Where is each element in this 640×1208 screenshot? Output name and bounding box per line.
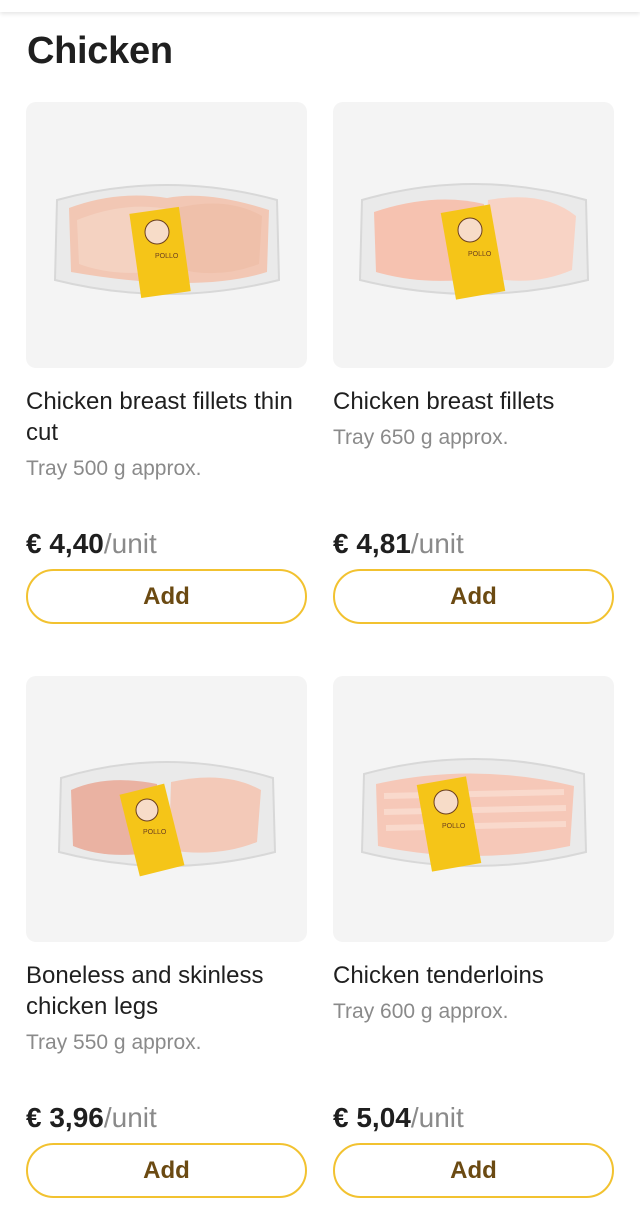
- product-price: € 4,81/unit: [333, 528, 464, 560]
- section-title: Chicken: [27, 30, 173, 72]
- price-unit: /unit: [103, 528, 157, 559]
- product-name[interactable]: Chicken breast fillets thin cut: [26, 386, 307, 448]
- product-card[interactable]: POLLO Chicken tenderloins Tray 600 g app…: [333, 676, 614, 1198]
- product-price: € 5,04/unit: [333, 1102, 464, 1134]
- price-amount: € 4,40: [26, 528, 104, 559]
- product-image[interactable]: POLLO: [333, 102, 614, 368]
- product-card[interactable]: POLLO Chicken breast fillets Tray 650 g …: [333, 102, 614, 624]
- svg-text:POLLO: POLLO: [143, 829, 167, 836]
- add-button[interactable]: Add: [333, 1143, 614, 1198]
- product-name[interactable]: Chicken tenderloins: [333, 960, 614, 991]
- product-card[interactable]: POLLO Boneless and skinless chicken legs…: [26, 676, 307, 1198]
- product-name[interactable]: Chicken breast fillets: [333, 386, 614, 417]
- chicken-breast-tray-image: POLLO: [358, 183, 589, 300]
- product-image[interactable]: POLLO: [26, 102, 307, 368]
- product-card[interactable]: POLLO Chicken breast fillets thin cut Tr…: [26, 102, 307, 624]
- chicken-breast-thin-tray-image: POLLO: [53, 184, 280, 299]
- svg-text:POLLO: POLLO: [442, 823, 466, 830]
- svg-text:POLLO: POLLO: [155, 253, 179, 260]
- product-description: Tray 600 g approx.: [333, 1000, 509, 1023]
- product-image[interactable]: POLLO: [26, 676, 307, 942]
- product-price: € 4,40/unit: [26, 528, 157, 560]
- price-unit: /unit: [103, 1102, 157, 1133]
- add-button[interactable]: Add: [333, 569, 614, 624]
- add-button[interactable]: Add: [26, 1143, 307, 1198]
- add-button[interactable]: Add: [26, 569, 307, 624]
- chicken-legs-tray-image: POLLO: [57, 761, 276, 877]
- price-unit: /unit: [410, 1102, 464, 1133]
- chicken-tenderloins-tray-image: POLLO: [360, 758, 587, 872]
- price-amount: € 4,81: [333, 528, 411, 559]
- product-description: Tray 550 g approx.: [26, 1031, 202, 1054]
- product-image[interactable]: POLLO: [333, 676, 614, 942]
- product-description: Tray 650 g approx.: [333, 426, 509, 449]
- product-price: € 3,96/unit: [26, 1102, 157, 1134]
- svg-text:POLLO: POLLO: [468, 251, 492, 258]
- price-amount: € 3,96: [26, 1102, 104, 1133]
- price-unit: /unit: [410, 528, 464, 559]
- price-amount: € 5,04: [333, 1102, 411, 1133]
- product-description: Tray 500 g approx.: [26, 457, 202, 480]
- product-name[interactable]: Boneless and skinless chicken legs: [26, 960, 307, 1022]
- top-app-bar: [0, 0, 640, 12]
